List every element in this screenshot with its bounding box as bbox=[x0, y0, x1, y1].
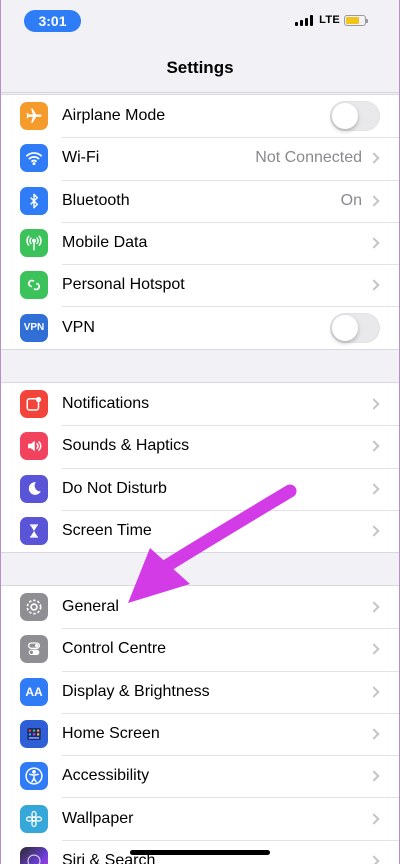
wifi-icon bbox=[20, 144, 48, 173]
row-label: Wallpaper bbox=[62, 809, 134, 827]
wifi-status-value: Not Connected bbox=[255, 149, 362, 167]
row-label: Sounds & Haptics bbox=[62, 437, 190, 455]
chevron-right-icon bbox=[368, 686, 380, 698]
home-screen-icon bbox=[20, 720, 48, 749]
settings-group-general: General Control Centre AA Display & Brig… bbox=[0, 585, 400, 864]
row-label: Screen Time bbox=[62, 522, 152, 540]
signal-icon bbox=[295, 14, 314, 26]
nav-divider bbox=[0, 92, 400, 93]
bluetooth-status-value: On bbox=[340, 191, 362, 209]
row-sounds-haptics[interactable]: Sounds & Haptics bbox=[0, 425, 400, 467]
row-label: Wi-Fi bbox=[62, 149, 100, 167]
row-label: Do Not Disturb bbox=[62, 479, 167, 497]
settings-group-connectivity: Airplane Mode Wi-Fi Not Connected Blueto… bbox=[0, 94, 400, 350]
network-type: LTE bbox=[319, 14, 340, 26]
notifications-icon bbox=[20, 390, 48, 419]
chevron-right-icon bbox=[368, 728, 380, 740]
row-display-brightness[interactable]: AA Display & Brightness bbox=[0, 670, 400, 713]
row-label: Airplane Mode bbox=[62, 107, 166, 125]
accessibility-icon bbox=[20, 762, 48, 791]
row-label: Mobile Data bbox=[62, 234, 148, 252]
chevron-right-icon bbox=[368, 440, 380, 453]
vpn-icon: VPN bbox=[20, 313, 48, 342]
row-personal-hotspot[interactable]: Personal Hotspot bbox=[0, 264, 400, 306]
row-home-screen[interactable]: Home Screen bbox=[0, 712, 400, 755]
row-label: Display & Brightness bbox=[62, 682, 210, 700]
chevron-right-icon bbox=[368, 855, 380, 864]
chevron-right-icon bbox=[368, 812, 380, 825]
row-label: Bluetooth bbox=[62, 191, 130, 209]
row-airplane-mode: Airplane Mode bbox=[0, 95, 400, 137]
frame-border-left bbox=[0, 0, 1, 864]
row-label: VPN bbox=[62, 318, 95, 336]
row-mobile-data[interactable]: Mobile Data bbox=[0, 221, 400, 264]
row-screen-time[interactable]: Screen Time bbox=[0, 509, 400, 552]
hourglass-icon bbox=[20, 517, 48, 546]
row-control-centre[interactable]: Control Centre bbox=[0, 628, 400, 670]
status-time[interactable]: 3:01 bbox=[24, 10, 81, 32]
airplane-icon bbox=[20, 102, 48, 131]
row-do-not-disturb[interactable]: Do Not Disturb bbox=[0, 467, 400, 510]
airplane-mode-toggle[interactable] bbox=[330, 101, 380, 132]
row-label: Personal Hotspot bbox=[62, 276, 185, 294]
chevron-right-icon bbox=[368, 601, 380, 613]
display-icon: AA bbox=[20, 677, 48, 706]
toggles-icon bbox=[20, 635, 48, 664]
status-indicators: LTE bbox=[295, 14, 368, 26]
row-label: Accessibility bbox=[62, 767, 150, 785]
wallpaper-icon bbox=[20, 804, 48, 833]
chevron-right-icon bbox=[368, 237, 380, 249]
row-label: Home Screen bbox=[62, 725, 160, 743]
moon-icon bbox=[20, 474, 48, 503]
row-label: Control Centre bbox=[62, 640, 167, 658]
row-wallpaper[interactable]: Wallpaper bbox=[0, 797, 400, 839]
row-accessibility[interactable]: Accessibility bbox=[0, 755, 400, 797]
hotspot-icon bbox=[20, 271, 48, 300]
row-notifications[interactable]: Notifications bbox=[0, 383, 400, 425]
row-vpn: VPN VPN bbox=[0, 306, 400, 348]
chevron-right-icon bbox=[368, 152, 380, 165]
siri-icon bbox=[20, 846, 48, 864]
chevron-right-icon bbox=[368, 643, 380, 656]
row-label: General bbox=[62, 598, 119, 616]
bluetooth-icon bbox=[20, 186, 48, 215]
battery-icon bbox=[344, 14, 368, 26]
speaker-icon bbox=[20, 432, 48, 461]
chevron-right-icon bbox=[368, 770, 380, 782]
chevron-right-icon bbox=[368, 398, 380, 410]
chevron-right-icon bbox=[368, 525, 380, 537]
row-bluetooth[interactable]: Bluetooth On bbox=[0, 179, 400, 222]
row-label: Notifications bbox=[62, 395, 150, 413]
chevron-right-icon bbox=[368, 279, 380, 291]
status-bar: 3:01 LTE bbox=[0, 0, 400, 44]
chevron-right-icon bbox=[368, 195, 380, 207]
settings-group-notifications: Notifications Sounds & Haptics Do Not Di… bbox=[0, 382, 400, 554]
row-general[interactable]: General bbox=[0, 586, 400, 628]
home-indicator[interactable] bbox=[130, 850, 270, 855]
antenna-icon bbox=[20, 229, 48, 258]
row-wifi[interactable]: Wi-Fi Not Connected bbox=[0, 137, 400, 179]
page-title: Settings bbox=[166, 58, 234, 77]
chevron-right-icon bbox=[368, 483, 380, 495]
vpn-toggle[interactable] bbox=[330, 312, 380, 343]
gear-icon bbox=[20, 593, 48, 622]
